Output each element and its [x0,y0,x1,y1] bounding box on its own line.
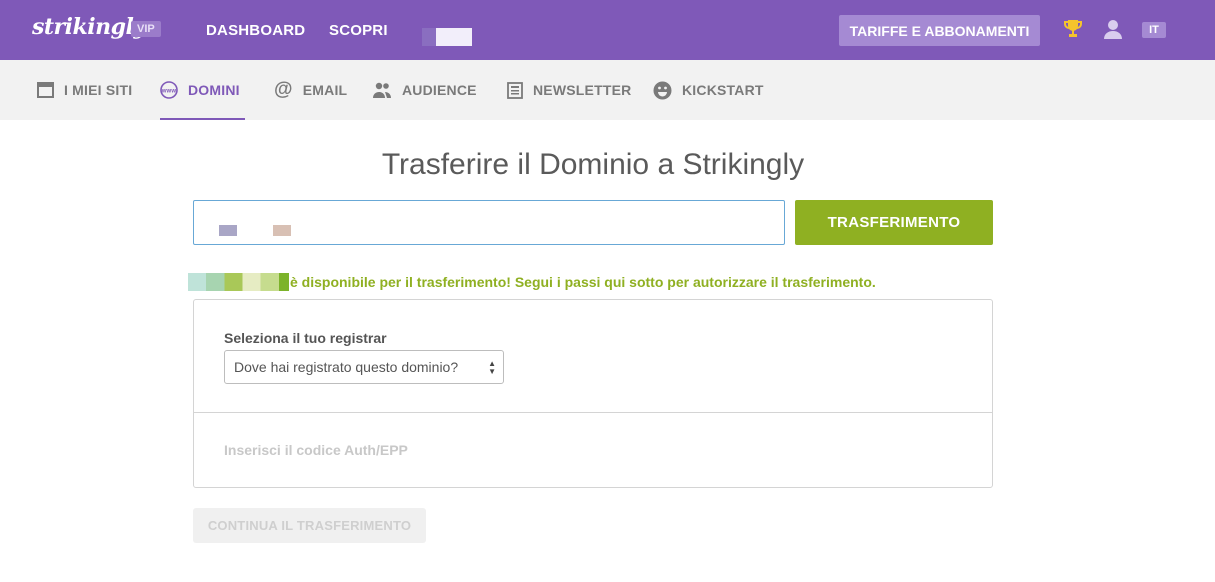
smiley-icon [653,81,672,100]
vip-badge: VIP [131,21,161,37]
tab-newsletter[interactable]: NEWSLETTER [507,60,631,120]
tab-label: EMAIL [302,82,348,98]
tab-domains[interactable]: www DOMINI [160,60,245,120]
tab-label: AUDIENCE [402,82,477,98]
transfer-steps-card: Seleziona il tuo registrar Dove hai regi… [193,299,993,488]
registrar-select[interactable]: Dove hai registrato questo dominio? ▲ ▼ [224,350,504,384]
top-bar: strikingly VIP DASHBOARD SCOPRI TARIFFE … [0,0,1215,60]
registrar-select-value: Dove hai registrato questo dominio? [234,359,459,375]
nav-discover[interactable]: SCOPRI [329,22,388,39]
auth-code-label: Inserisci il codice Auth/EPP [224,442,408,458]
tab-my-sites[interactable]: I MIEI SITI [37,60,132,120]
strikingly-logo[interactable]: strikingly [32,14,146,40]
language-selector[interactable]: IT [1142,22,1166,38]
section-nav: I MIEI SITI www DOMINI @ EMAIL AUDIENCE … [0,60,1215,120]
transfer-button[interactable]: TRASFERIMENTO [795,200,993,245]
at-icon: @ [274,79,293,100]
www-icon: www [160,81,178,99]
tab-kickstart[interactable]: KICKSTART [653,60,764,120]
people-icon [372,82,392,98]
domain-input[interactable] [193,200,785,245]
divider [194,412,992,413]
tab-label: KICKSTART [682,82,764,98]
tab-email[interactable]: @ EMAIL [274,60,347,120]
page-title: Trasferire il Dominio a Strikingly [381,148,805,181]
continue-transfer-button[interactable]: CONTINUA IL TRASFERIMENTO [193,508,426,543]
select-arrows-icon: ▲ ▼ [488,359,496,376]
tab-audience[interactable]: AUDIENCE [372,60,477,120]
newsletter-icon [507,81,523,99]
user-icon[interactable] [1103,19,1123,44]
availability-message: è disponibile per il trasferimento! Segu… [290,274,876,290]
tab-label: I MIEI SITI [64,82,133,98]
tab-label: NEWSLETTER [533,82,632,98]
redacted-block [422,28,472,46]
nav-dashboard[interactable]: DASHBOARD [206,22,305,39]
redacted-domain [219,225,237,236]
svg-text:www: www [161,89,177,95]
trophy-icon[interactable] [1063,18,1083,45]
redacted-domain [273,225,291,236]
pricing-button[interactable]: TARIFFE E ABBONAMENTI [839,15,1040,46]
redacted-domain-name [188,273,289,291]
tab-label: DOMINI [188,82,240,98]
registrar-label: Seleziona il tuo registrar [224,330,387,346]
browser-window-icon [37,82,54,98]
